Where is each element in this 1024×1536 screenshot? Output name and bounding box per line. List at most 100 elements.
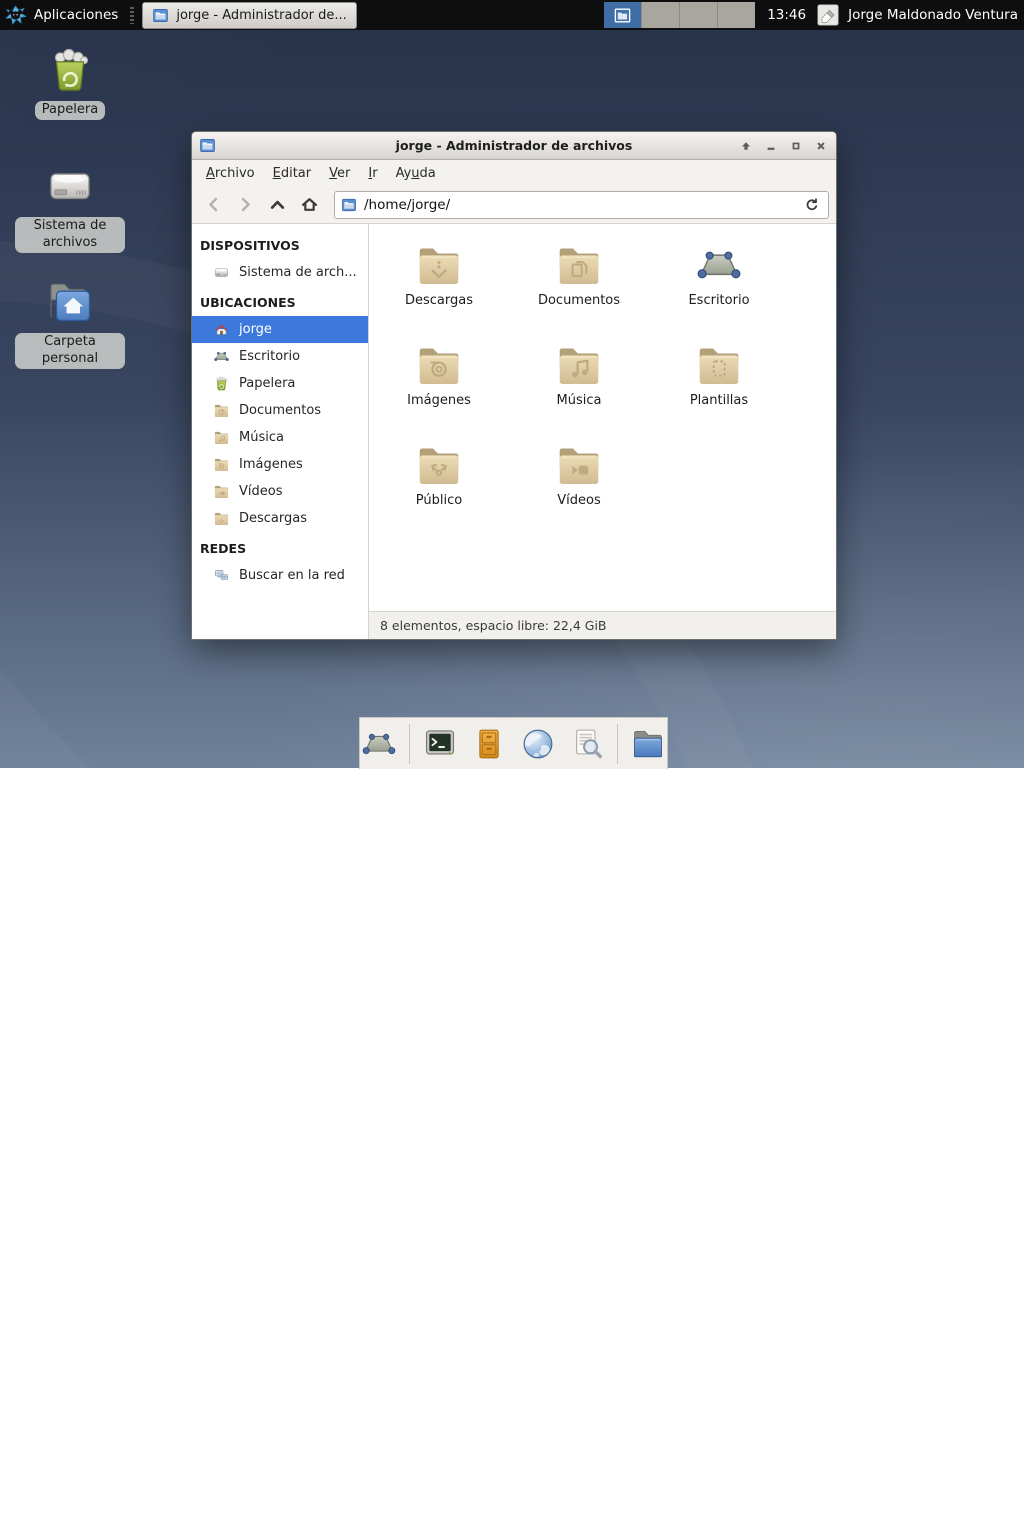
window-titlebar[interactable]: jorge - Administrador de archivos [192,132,836,160]
taskbar-window-label: jorge - Administrador de... [176,8,346,23]
sidebar-item-escritorio[interactable]: Escritorio [192,343,368,370]
sidebar-item-sistema-de-arch[interactable]: Sistema de arch... [192,259,368,286]
sidebar-item-label: Papelera [239,376,295,391]
tasklist-grip [130,7,134,24]
sidebar-item-jorge[interactable]: jorge [192,316,368,343]
network-icon [213,567,230,584]
user-session-button[interactable]: Jorge Maldonado Ventura [816,3,1024,27]
nav-buttons [199,191,324,218]
dock-web-browser[interactable] [519,725,557,763]
file-videos[interactable]: Vídeos [516,440,642,540]
main-column: DescargasDocumentosEscritorio Imágenes Mús… [369,224,836,639]
window-folder-icon [152,7,169,24]
menu-bar: ArchivoEditarVerIrAyuda [192,160,836,186]
desktop-wallpaper: Papelera Sistema de archivos Carpeta perso… [0,0,1024,768]
cabinet-icon [470,725,508,763]
home-folder-icon [44,276,96,328]
folder-images-icon [213,456,230,473]
file-label: Público [416,493,462,508]
minimize-button[interactable] [762,137,779,154]
workspace-4[interactable] [718,2,755,28]
folder-documents-icon [213,402,230,419]
desktop-icon-label: Carpeta personal [15,333,125,369]
reload-button[interactable] [801,194,823,216]
up-button[interactable] [263,191,292,218]
window-controls [737,137,829,154]
file-musica[interactable]: Música [516,340,642,440]
sidebar-item-label: Descargas [239,511,307,526]
side-pane: DISPOSITIVOSSistema de arch...UBICACIONE… [192,224,369,639]
shade-button[interactable] [737,137,754,154]
maximize-button[interactable] [787,137,804,154]
folder-download-icon [213,510,230,527]
taskbar-window-button[interactable]: jorge - Administrador de... [142,2,356,29]
file-plantillas[interactable]: Plantillas [656,340,782,440]
folder-images-icon [414,340,464,390]
drive-icon [44,160,96,212]
path-bar-input[interactable]: /home/jorge/ [334,191,829,219]
file-documentos[interactable]: Documentos [516,240,642,340]
sidebar-item-buscar-en-la-red[interactable]: Buscar en la red [192,562,368,589]
back-button[interactable] [199,191,228,218]
dock-file-manager[interactable] [629,725,667,763]
desktop-icon-papelera[interactable]: Papelera [14,44,126,120]
folder-download-icon [414,240,464,290]
sidebar-item-label: jorge [239,322,272,337]
file-escritorio[interactable]: Escritorio [656,240,782,340]
sidebar-item-musica[interactable]: Música [192,424,368,451]
workspace-1[interactable] [604,2,642,28]
sidebar-item-label: Buscar en la red [239,568,345,583]
globe-icon [519,725,557,763]
workspace-2[interactable] [642,2,680,28]
menu-ir[interactable]: Ir [359,163,386,184]
desktop-icon [694,240,744,290]
dock-show-desktop[interactable] [360,725,398,763]
dock-separator [617,724,618,764]
sidebar-header-redes: REDES [192,532,368,562]
panel-clock: 13:46 [767,7,806,23]
menu-archivo[interactable]: Archivo [197,163,264,184]
folder-music-icon [213,429,230,446]
workspace-pager [604,2,755,28]
xfce-logo-icon [4,4,27,27]
terminal-icon [421,725,459,763]
dock-separator [409,724,410,764]
desktop-icon [213,348,230,365]
folder-music-icon [554,340,604,390]
file-view[interactable]: DescargasDocumentosEscritorio Imágenes Mús… [369,224,836,611]
desktop-icon-sistema-de-archivos[interactable]: Sistema de archivos [14,160,126,253]
dock-application-finder[interactable] [568,725,606,763]
file-label: Vídeos [557,493,600,508]
dock-terminal[interactable] [421,725,459,763]
current-path: /home/jorge/ [364,197,794,213]
dock [359,717,668,769]
home-icon [213,321,230,338]
file-label: Imágenes [407,393,471,408]
file-imagenes[interactable]: Imágenes [376,340,502,440]
menu-ver[interactable]: Ver [320,163,359,184]
sidebar-item-imagenes[interactable]: Imágenes [192,451,368,478]
workspace-3[interactable] [680,2,718,28]
sidebar-item-label: Documentos [239,403,321,418]
applications-menu-button[interactable]: Aplicaciones [0,0,128,30]
trash-icon [213,375,230,392]
menu-ayuda[interactable]: Ayuda [387,163,445,184]
file-descargas[interactable]: Descargas [376,240,502,340]
status-bar: 8 elementos, espacio libre: 22,4 GiB [369,611,836,639]
file-publico[interactable]: Público [376,440,502,540]
sidebar-item-label: Sistema de arch... [239,265,357,280]
blue-folder-icon [629,725,667,763]
desktop-icon-carpeta-personal[interactable]: Carpeta personal [14,276,126,369]
forward-button[interactable] [231,191,260,218]
sidebar-item-documentos[interactable]: Documentos [192,397,368,424]
folder-public-icon [414,440,464,490]
sidebar-item-videos[interactable]: Vídeos [192,478,368,505]
menu-editar[interactable]: Editar [264,163,321,184]
eraser-icon [816,3,840,27]
home-button[interactable] [295,191,324,218]
dock-file-cabinet[interactable] [470,725,508,763]
sidebar-item-descargas[interactable]: Descargas [192,505,368,532]
folder-documents-icon [554,240,604,290]
sidebar-item-papelera[interactable]: Papelera [192,370,368,397]
close-button[interactable] [812,137,829,154]
